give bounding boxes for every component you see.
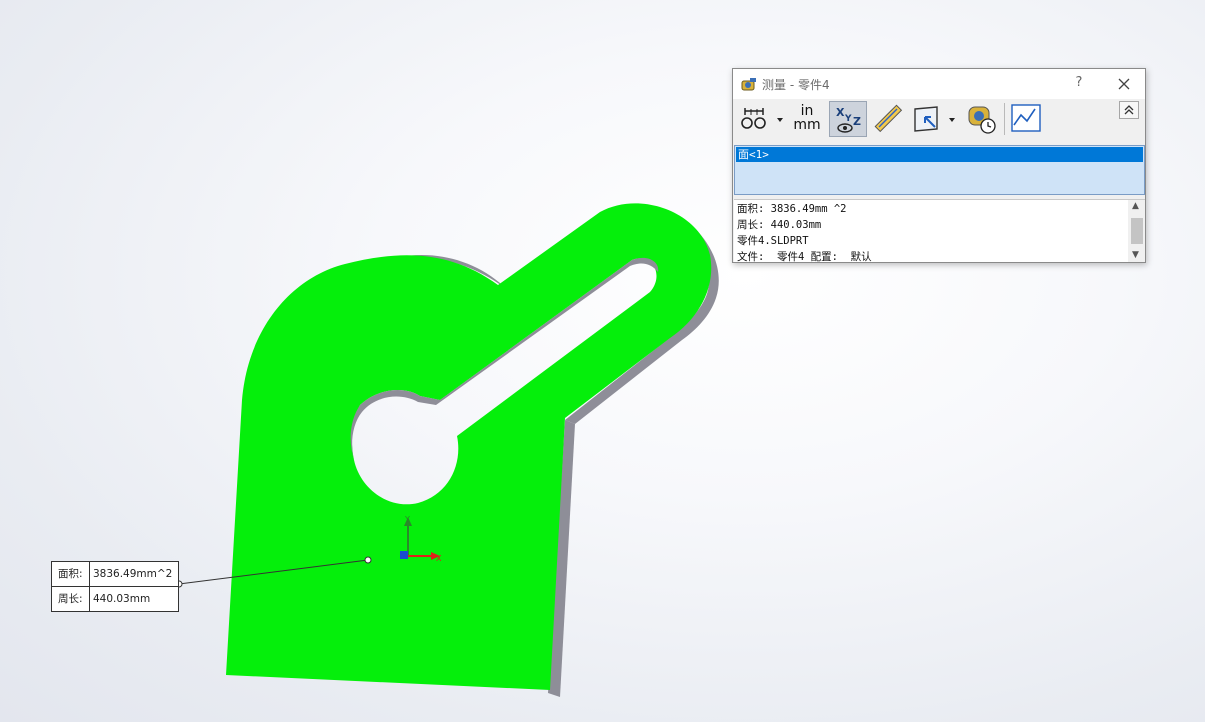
result-part-file: 零件4.SLDPRT: [737, 235, 809, 247]
measure-callout[interactable]: 面积: 3836.49mm^2 周长: 440.03mm: [51, 561, 179, 612]
units-bottom-label: mm: [793, 117, 821, 133]
collapse-button[interactable]: [1119, 101, 1139, 119]
xyz-distance-icon: X Y Z: [836, 106, 861, 133]
show-xyz-button[interactable]: X Y Z: [829, 101, 867, 137]
units-icon: in mm: [791, 104, 823, 132]
sensor-icon: [1011, 104, 1041, 132]
projection-button[interactable]: [911, 101, 957, 137]
result-area: 面积: 3836.49mm ^2: [737, 203, 847, 215]
point-to-point-button[interactable]: [871, 101, 905, 137]
axis-x-label: X: [436, 554, 442, 563]
collapse-icon: [1124, 105, 1134, 115]
callout-perimeter-label: 周长:: [58, 593, 83, 605]
units-precision-button[interactable]: in mm: [791, 101, 823, 137]
units-top-label: in: [800, 103, 814, 119]
measure-history-icon: [968, 106, 996, 134]
measure-app-icon: [741, 78, 756, 91]
arc-conditions-button[interactable]: [739, 101, 785, 137]
callout-area-label: 面积:: [58, 568, 83, 580]
results-scrollbar[interactable]: ▲ ▼: [1128, 200, 1145, 262]
projection-icon: [914, 106, 955, 132]
toolbar-separator: [1004, 103, 1005, 135]
axis-y-label: Y: [404, 515, 410, 524]
svg-text:Z: Z: [853, 115, 861, 128]
part-face[interactable]: [226, 203, 712, 690]
svg-text:X: X: [836, 106, 845, 119]
measure-toolbar: in mm X Y Z: [733, 99, 1145, 141]
measure-dialog[interactable]: 测量 - 零件4 ? in mm X Y Z 面<1> 面积: 3836.49m…: [732, 68, 1146, 263]
svg-text:Y: Y: [844, 114, 852, 124]
leader-end-point: [364, 556, 372, 564]
dialog-title: 测量 - 零件4: [762, 78, 830, 92]
result-file-config: 文件: 零件4 配置: 默认: [737, 251, 872, 262]
scroll-down-icon[interactable]: ▼: [1132, 250, 1139, 260]
results-panel[interactable]: 面积: 3836.49mm ^2 周长: 440.03mm 零件4.SLDPRT…: [734, 199, 1145, 262]
selection-item[interactable]: 面<1>: [736, 147, 1143, 162]
dialog-titlebar[interactable]: 测量 - 零件4 ?: [733, 69, 1145, 99]
point-to-point-icon: [874, 104, 903, 133]
callout-perimeter-value: 440.03mm: [93, 593, 151, 605]
help-button[interactable]: ?: [1069, 75, 1089, 90]
measure-history-button[interactable]: [965, 101, 999, 137]
arc-conditions-icon: [741, 108, 783, 129]
scroll-up-icon[interactable]: ▲: [1132, 201, 1139, 211]
create-sensor-button[interactable]: [1009, 101, 1043, 137]
selection-list[interactable]: 面<1>: [734, 145, 1145, 195]
result-perimeter: 周长: 440.03mm: [737, 219, 822, 231]
close-icon[interactable]: [1113, 73, 1135, 95]
callout-area-value: 3836.49mm^2: [93, 568, 173, 580]
scroll-thumb[interactable]: [1131, 218, 1143, 244]
